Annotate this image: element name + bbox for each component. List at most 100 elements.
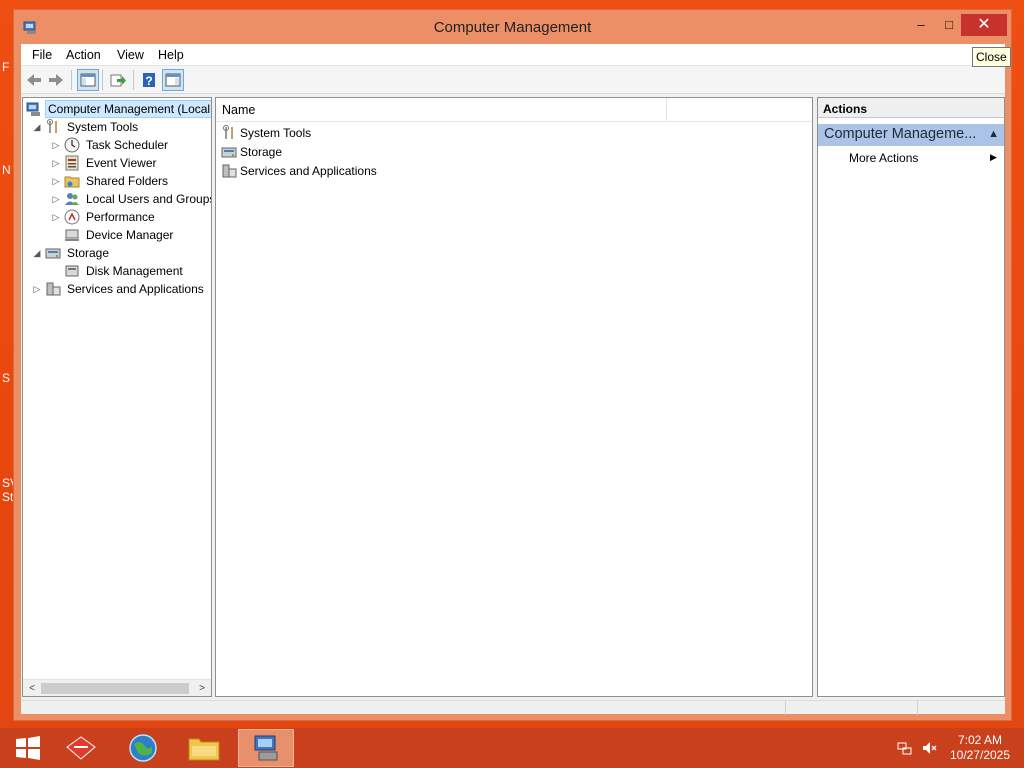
actions-header: Actions [818,98,1004,118]
tree-item-label: Performance [86,210,155,224]
forward-button[interactable] [45,69,67,91]
tree-item-services-apps[interactable]: ▷ Services and Applications [31,280,207,298]
taskbar-computer-management[interactable] [238,729,294,767]
windows-start-icon [16,736,40,760]
taskbar: 7:02 AM 10/27/2025 [0,728,1024,768]
expand-arrow-icon[interactable]: ▷ [50,139,62,151]
tree-horizontal-scrollbar[interactable]: < > [23,679,211,696]
show-hide-action-pane-button[interactable] [162,69,184,91]
list-item-label: System Tools [240,126,312,140]
tree-item-disk-management[interactable]: Disk Management [50,262,186,280]
help-button[interactable]: ? [138,69,160,91]
tree-item-task-scheduler[interactable]: ▷ Task Scheduler [50,136,171,154]
tree-item-label: Event Viewer [86,156,157,170]
expand-arrow-icon[interactable]: ▷ [50,175,62,187]
menu-view[interactable]: View [117,48,144,62]
taskbar-clock[interactable]: 7:02 AM 10/27/2025 [944,733,1016,763]
menu-bar: File Action View Help [21,44,1005,66]
clock-date: 10/27/2025 [949,748,1011,762]
scrollbar-thumb[interactable] [41,683,189,694]
back-button[interactable] [23,69,45,91]
tree-item-performance[interactable]: ▷ Performance [50,208,158,226]
collapse-up-icon[interactable]: ▲ [988,128,999,140]
clock-time: 7:02 AM [957,733,1003,747]
actions-section-computer-management[interactable]: Computer Manageme... ▲ [818,124,1004,146]
status-divider [917,701,918,715]
taskbar-file-explorer[interactable] [176,729,232,767]
status-divider [785,701,786,715]
disk-management-icon [65,265,79,277]
computer-management-window: Computer Management – □ ✕ Close File Act… [13,9,1012,721]
desktop-icon-label: St [2,490,14,504]
toolbar-separator [133,70,134,90]
show-hide-console-tree-icon [80,73,96,87]
tree-item-label: Services and Applications [67,282,204,296]
actions-pane: Actions Computer Manageme... ▲ More Acti… [817,97,1005,697]
computer-management-icon [26,102,40,116]
toolbar-separator [102,70,103,90]
collapse-arrow-icon[interactable]: ◢ [31,121,43,133]
expand-arrow-icon[interactable]: ▷ [50,193,62,205]
close-button[interactable]: ✕ [961,14,1007,36]
network-icon[interactable] [897,740,913,756]
tree-item-storage[interactable]: ◢ Storage [31,244,112,262]
taskbar-browser[interactable] [115,729,171,767]
maximize-button[interactable]: □ [934,14,964,36]
title-bar[interactable]: Computer Management – □ ✕ [14,10,1011,44]
list-item-system-tools[interactable]: System Tools [221,124,311,142]
local-users-icon [65,193,79,205]
console-tree[interactable]: Computer Management (Local ◢ System Tool… [22,97,212,697]
list-item-label: Storage [240,145,283,159]
no-expander [50,229,62,241]
submenu-arrow-icon[interactable]: ▶ [990,152,997,163]
tree-item-label: Task Scheduler [86,138,169,152]
expand-arrow-icon[interactable]: ▷ [50,157,62,169]
menu-file[interactable]: File [32,48,52,62]
tree-item-label: Computer Management (Local [45,100,211,118]
show-hide-action-pane-icon [165,73,181,87]
volume-muted-icon[interactable] [921,740,937,756]
menu-help[interactable]: Help [158,48,184,62]
tree-item-device-manager[interactable]: Device Manager [50,226,176,244]
tree-item-local-users[interactable]: ▷ Local Users and Groups [50,190,211,208]
client-area: File Action View Help ? Computer Managem… [21,44,1005,715]
tree-item-shared-folders[interactable]: ▷ Shared Folders [50,172,171,190]
collapse-arrow-icon[interactable]: ◢ [31,247,43,259]
list-item-services-apps[interactable]: Services and Applications [221,162,377,180]
tree-item-label: Storage [67,246,110,260]
scroll-right-arrow-icon[interactable]: > [195,682,209,695]
scroll-left-arrow-icon[interactable]: < [25,682,39,695]
start-button[interactable] [0,729,56,767]
computer-management-task-icon [254,735,278,761]
desktop-icon-label: F [2,60,10,74]
tree-item-event-viewer[interactable]: ▷ Event Viewer [50,154,159,172]
menu-action[interactable]: Action [66,48,101,62]
column-divider[interactable] [666,98,667,122]
storage-icon [221,147,237,158]
toolbar: ? [21,66,1005,94]
tree-item-system-tools[interactable]: ◢ System Tools [31,118,141,136]
column-header[interactable]: Name [216,98,812,122]
app-red-icon [66,736,96,760]
svg-text:?: ? [145,74,152,88]
show-hide-console-tree-button[interactable] [77,69,99,91]
system-tools-icon [223,125,233,139]
shared-folders-icon [64,176,80,188]
expand-arrow-icon[interactable]: ▷ [50,211,62,223]
toolbar-separator [71,70,72,90]
minimize-button[interactable]: – [906,14,936,36]
action-more-actions[interactable]: More Actions [849,151,918,165]
close-tooltip: Close [972,47,1011,67]
tree-item-label: Device Manager [86,228,174,242]
list-item-storage[interactable]: Storage [221,143,282,161]
taskbar-app-red[interactable] [53,729,109,767]
results-pane[interactable]: Name System Tools Storage Services and A… [215,97,813,697]
expand-arrow-icon[interactable]: ▷ [31,283,43,295]
export-list-icon [110,74,126,87]
help-icon: ? [143,73,155,88]
services-apps-icon [46,282,61,296]
tree-item-computer-management[interactable]: Computer Management (Local [26,100,211,118]
column-header-name[interactable]: Name [222,103,255,117]
forward-icon [49,74,63,86]
export-list-button[interactable] [107,69,129,91]
